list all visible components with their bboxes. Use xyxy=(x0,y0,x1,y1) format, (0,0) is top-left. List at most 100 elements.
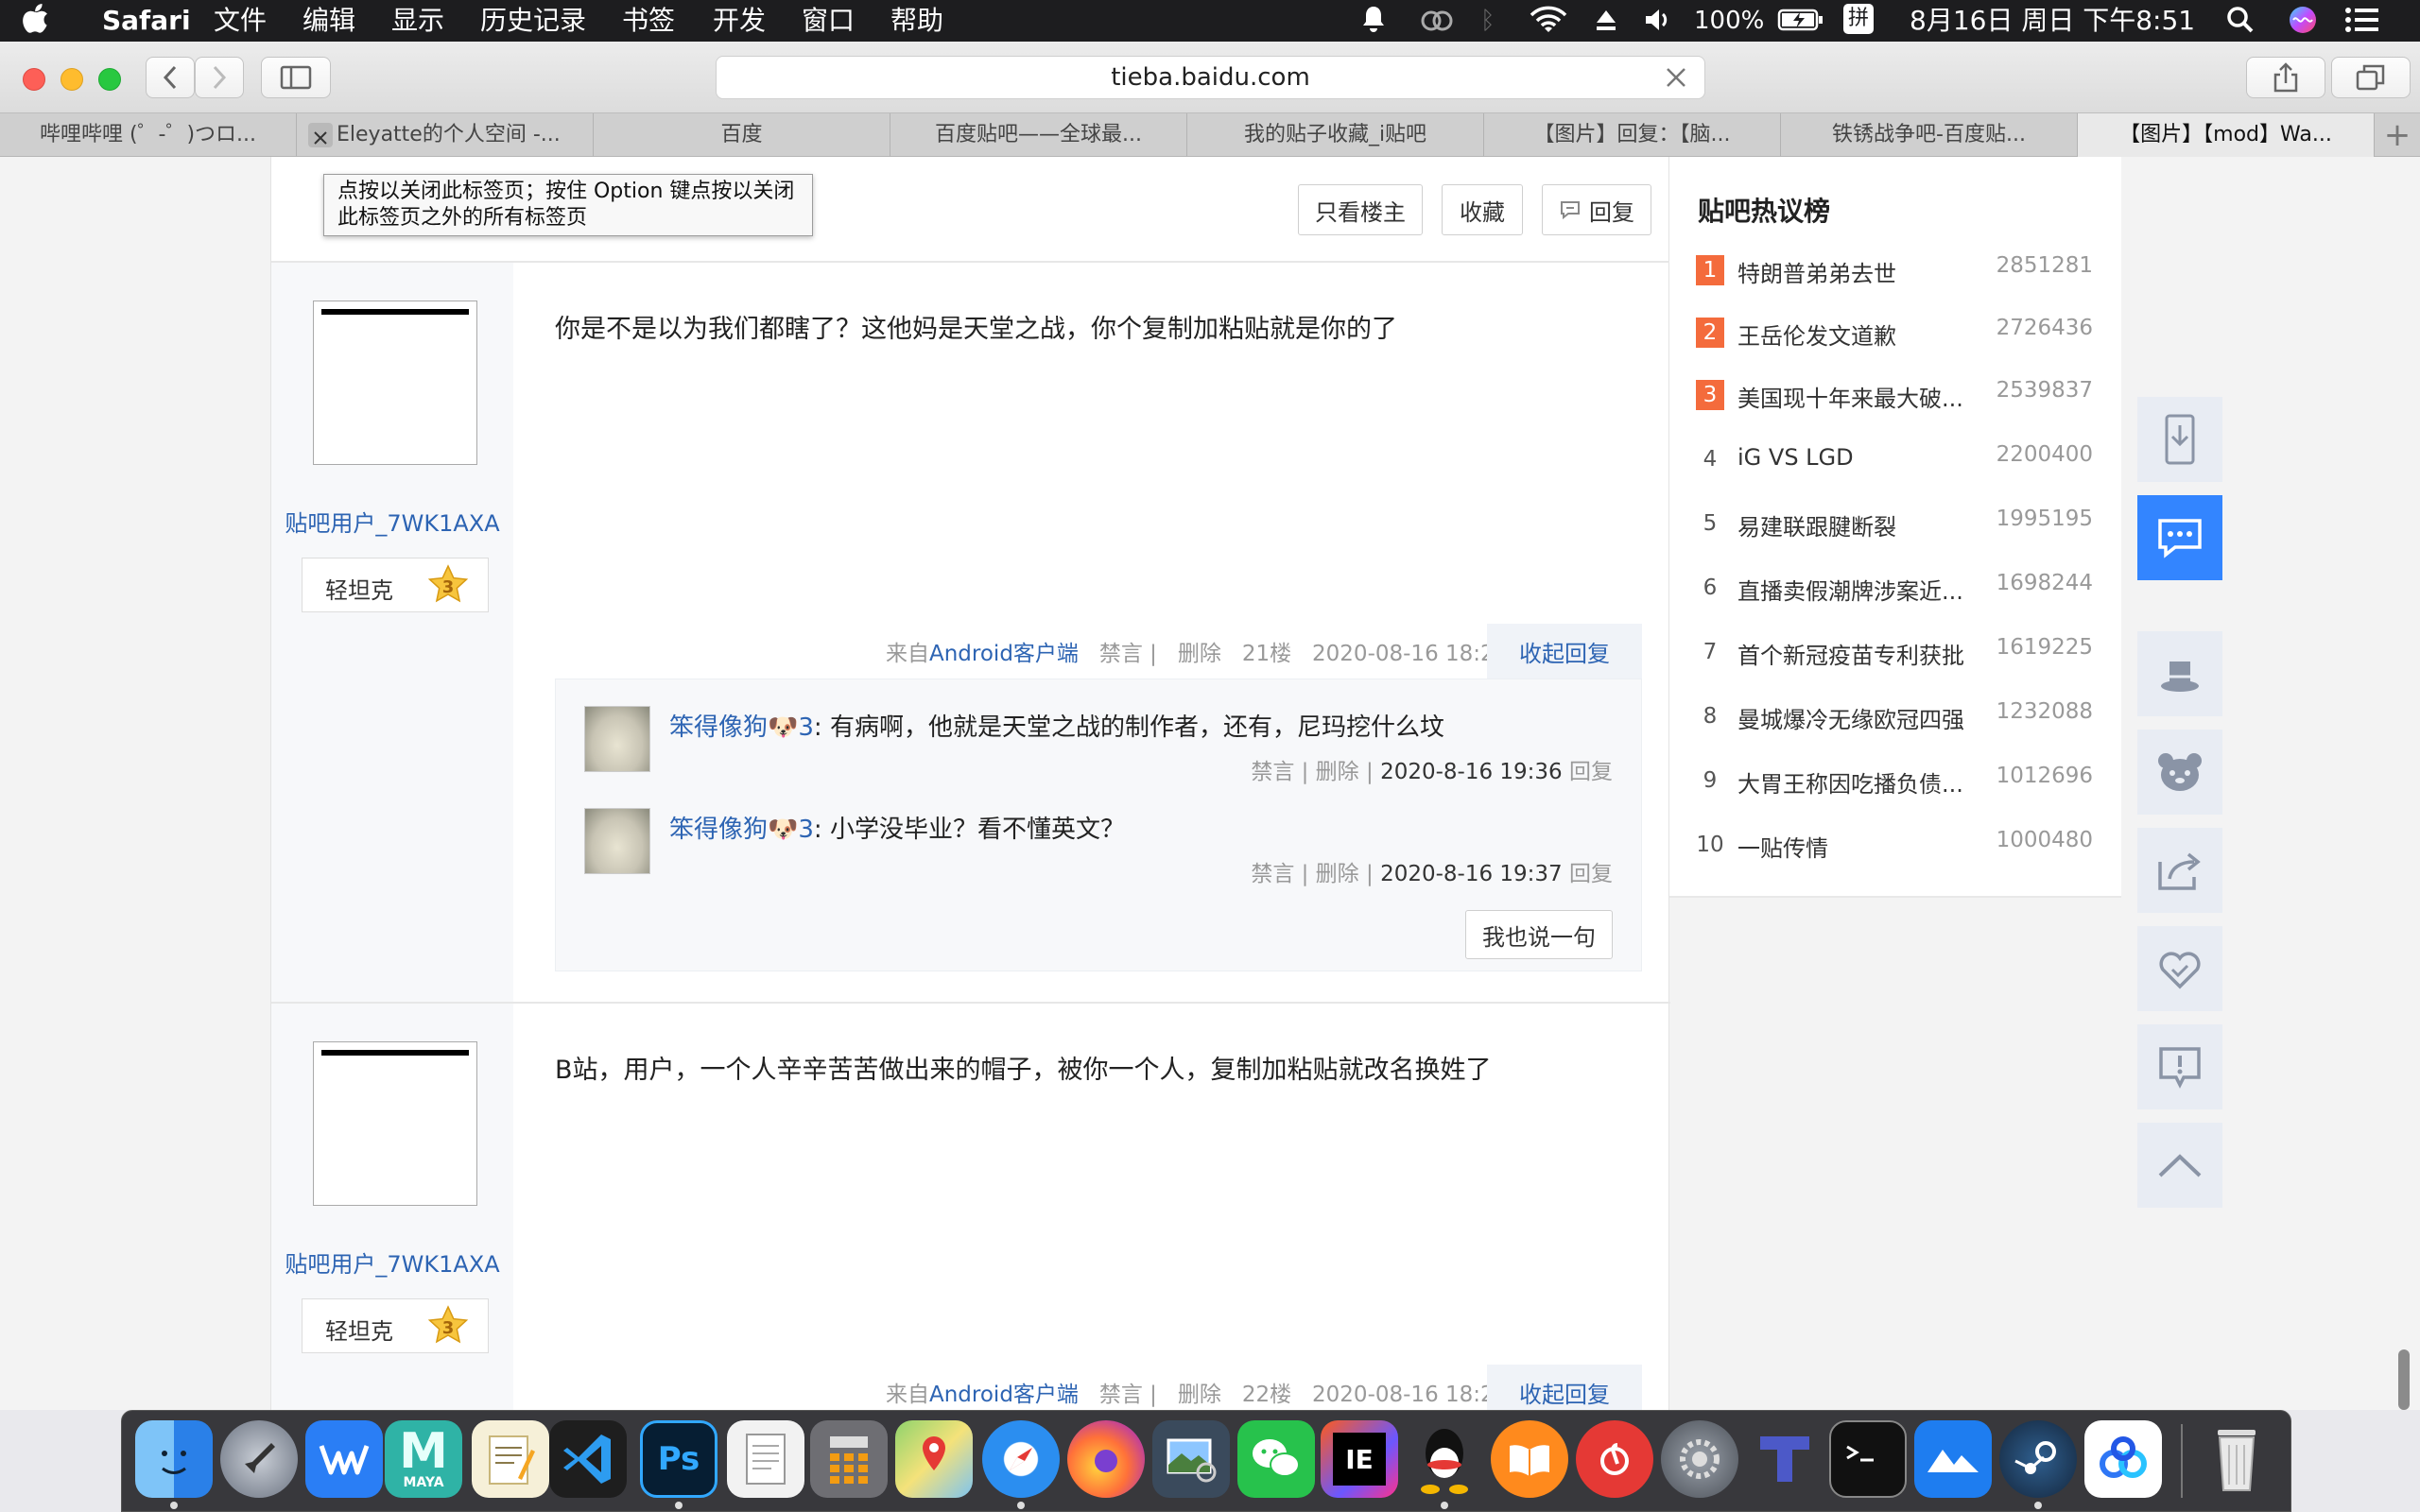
sub-reply-ops[interactable]: 禁言 | 删除 | xyxy=(1251,760,1373,784)
forward-button[interactable] xyxy=(195,57,244,98)
menu-window[interactable]: 窗口 xyxy=(802,4,855,38)
photoshop-icon[interactable]: Ps xyxy=(640,1420,717,1498)
cloud-app-icon[interactable] xyxy=(1914,1420,1992,1498)
say-something-button[interactable]: 我也说一句 xyxy=(1465,910,1613,959)
collapse-replies-button[interactable]: 收起回复 xyxy=(1487,624,1642,679)
menu-history[interactable]: 历史记录 xyxy=(480,4,586,38)
tab-tieba-home[interactable]: 百度贴吧——全球最... xyxy=(890,113,1187,157)
hot-topic-item[interactable]: 3 美国现十年来最大破... 2539837 xyxy=(1696,376,2093,414)
apple-menu-icon[interactable] xyxy=(23,2,51,43)
intellij-idea-icon[interactable]: IE xyxy=(1321,1420,1398,1498)
hot-topic-item[interactable]: 10 一贴传情 1000480 xyxy=(1696,826,2093,864)
maya-icon[interactable]: M MAYA xyxy=(385,1420,462,1498)
favorite-button[interactable]: 收藏 xyxy=(1442,184,1523,235)
textedit-icon[interactable] xyxy=(727,1420,804,1498)
hot-topic-item[interactable]: 7 首个新冠疫苗专利获批 1619225 xyxy=(1696,633,2093,671)
back-to-top-button[interactable] xyxy=(2137,1123,2222,1208)
report-button[interactable] xyxy=(2137,1024,2222,1109)
like-button[interactable] xyxy=(2137,926,2222,1011)
avatar[interactable] xyxy=(313,301,477,465)
sub-reply-user[interactable]: 笨得像狗🐶3 xyxy=(669,713,814,742)
firefox-icon[interactable] xyxy=(1067,1420,1145,1498)
menu-view[interactable]: 显示 xyxy=(391,4,444,38)
netease-music-icon[interactable] xyxy=(1576,1420,1653,1498)
tab-baidu[interactable]: 百度 xyxy=(594,113,890,157)
calculator-icon[interactable] xyxy=(810,1420,888,1498)
menu-help[interactable]: 帮助 xyxy=(890,4,943,38)
zoom-window-button[interactable] xyxy=(98,68,121,91)
launchpad-icon[interactable] xyxy=(220,1420,298,1498)
qq-icon[interactable] xyxy=(1406,1420,1483,1498)
siri-icon[interactable] xyxy=(2288,5,2318,43)
battery-charging-icon[interactable] xyxy=(1777,7,1824,41)
hot-topic-item[interactable]: 4 iG VS LGD 2200400 xyxy=(1696,440,2093,478)
share-button[interactable] xyxy=(2246,57,2325,98)
menu-develop[interactable]: 开发 xyxy=(713,4,766,38)
volume-icon[interactable] xyxy=(1643,6,1675,43)
tab-mod-active[interactable]: 【图片】【mod】Wa... xyxy=(2078,113,2375,157)
terminal-icon[interactable] xyxy=(1829,1420,1907,1498)
sidebar-toggle-button[interactable] xyxy=(261,57,331,98)
maps-icon[interactable] xyxy=(895,1420,973,1498)
post-username[interactable]: 贴吧用户_7WK1AXA xyxy=(271,1246,513,1279)
reply-button[interactable]: 回复 xyxy=(1542,184,1651,235)
client-source-link[interactable]: Android客户端 xyxy=(929,642,1079,666)
sub-reply-user[interactable]: 笨得像狗🐶3 xyxy=(669,816,814,844)
spotlight-search-icon[interactable] xyxy=(2225,4,2256,44)
magic-hat-button[interactable] xyxy=(2137,631,2222,716)
hot-topic-item[interactable]: 8 曼城爆冷无缘欧冠四强 1232088 xyxy=(1696,697,2093,735)
notification-bell-icon[interactable] xyxy=(1359,4,1388,44)
eject-icon[interactable] xyxy=(1594,6,1618,43)
notification-center-icon[interactable] xyxy=(2344,6,2380,43)
page-scrollbar[interactable] xyxy=(2398,1349,2410,1410)
tab-bilibili[interactable]: 哔哩哔哩 (゜-゜)つロ... xyxy=(0,113,297,157)
post-username[interactable]: 贴吧用户_7WK1AXA xyxy=(271,505,513,538)
menu-app-name[interactable]: Safari xyxy=(102,4,191,38)
avatar[interactable] xyxy=(584,706,650,772)
finder-icon[interactable] xyxy=(135,1420,213,1498)
delete-link[interactable]: 删除 xyxy=(1178,642,1221,666)
safari-icon[interactable] xyxy=(982,1420,1060,1498)
menu-file[interactable]: 文件 xyxy=(214,4,267,38)
wps-office-icon[interactable] xyxy=(305,1420,383,1498)
sub-reply-reply-link[interactable]: 回复 xyxy=(1569,862,1613,886)
back-button[interactable] xyxy=(146,57,195,98)
wifi-icon[interactable] xyxy=(1528,6,1569,44)
menu-edit[interactable]: 编辑 xyxy=(302,4,355,38)
tab-my-favorites[interactable]: 我的贴子收藏_i贴吧 xyxy=(1187,113,1484,157)
steam-icon[interactable] xyxy=(1999,1420,2077,1498)
creative-cloud-icon[interactable] xyxy=(1418,6,1456,43)
hot-topic-item[interactable]: 5 易建联跟腱断裂 1995195 xyxy=(1696,505,2093,542)
trash-icon[interactable] xyxy=(2198,1420,2275,1498)
bluetooth-icon[interactable]: ᛒ xyxy=(1480,4,1495,38)
share-page-button[interactable] xyxy=(2137,828,2222,913)
client-source-link[interactable]: Android客户端 xyxy=(929,1383,1079,1407)
collapse-replies-button[interactable]: 收起回复 xyxy=(1487,1365,1642,1410)
vscode-icon[interactable] xyxy=(549,1420,627,1498)
level-badge[interactable]: 轻坦克 3 xyxy=(302,1298,489,1353)
tetris-app-icon[interactable] xyxy=(1746,1420,1824,1498)
stop-loading-icon[interactable] xyxy=(1663,64,1689,97)
close-tab-icon[interactable] xyxy=(308,123,333,147)
minimize-window-button[interactable] xyxy=(60,68,83,91)
sub-reply-reply-link[interactable]: 回复 xyxy=(1569,760,1613,784)
system-preferences-icon[interactable] xyxy=(1661,1420,1738,1498)
hot-topic-item[interactable]: 9 大胃王称因吃播负债... 1012696 xyxy=(1696,762,2093,799)
hot-topic-item[interactable]: 6 直播卖假潮牌涉案近... 1698244 xyxy=(1696,569,2093,607)
level-badge[interactable]: 轻坦克 3 xyxy=(302,558,489,612)
avatar[interactable] xyxy=(584,808,650,874)
input-method-indicator[interactable]: 拼 xyxy=(1843,4,1874,34)
wechat-icon[interactable] xyxy=(1237,1420,1315,1498)
tab-rusted-warfare[interactable]: 铁锈战争吧-百度贴... xyxy=(1781,113,2078,157)
pages-icon[interactable] xyxy=(472,1420,549,1498)
baidu-netdisk-icon[interactable] xyxy=(2084,1420,2162,1498)
delete-link[interactable]: 删除 xyxy=(1178,1383,1221,1407)
download-app-button[interactable] xyxy=(2137,397,2222,482)
sub-reply-ops[interactable]: 禁言 | 删除 | xyxy=(1251,862,1373,886)
avatar[interactable] xyxy=(313,1041,477,1206)
close-window-button[interactable] xyxy=(23,68,45,91)
books-icon[interactable] xyxy=(1491,1420,1568,1498)
tab-reply-image[interactable]: 【图片】回复：【脑... xyxy=(1484,113,1781,157)
hot-topic-item[interactable]: 2 王岳伦发文道歉 2726436 xyxy=(1696,314,2093,352)
ban-link[interactable]: 禁言 | xyxy=(1099,642,1157,666)
